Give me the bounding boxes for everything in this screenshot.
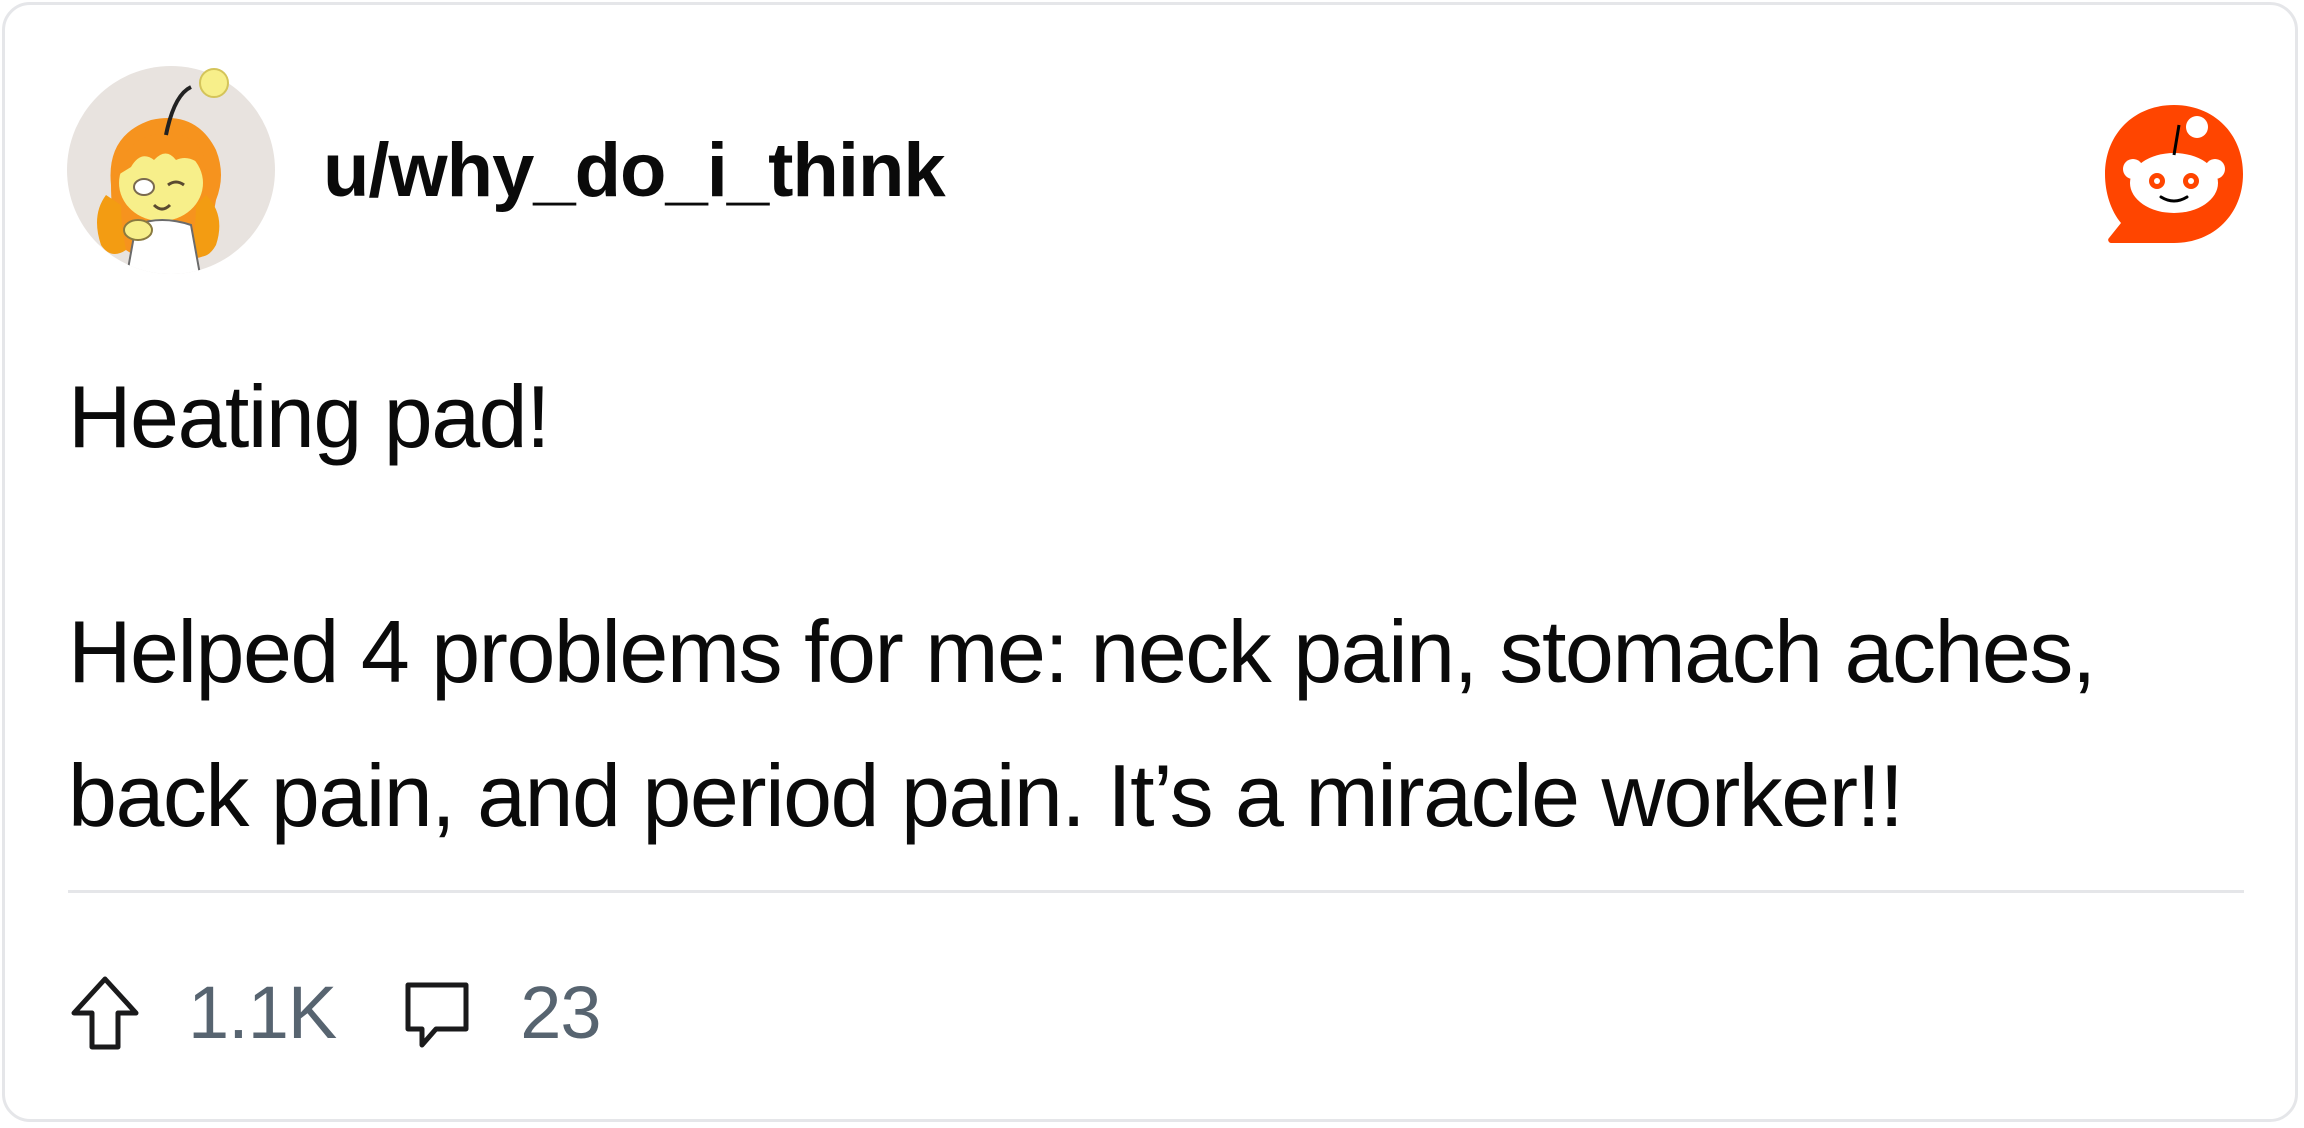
post-body: Helped 4 problems for me: neck pain, sto… bbox=[68, 561, 2248, 887]
comment-bubble-icon bbox=[405, 982, 469, 1048]
avatar-illustration-icon bbox=[67, 66, 275, 274]
reddit-logo-icon bbox=[2101, 101, 2247, 247]
upvote-arrow-icon bbox=[71, 976, 139, 1050]
post-card: u/why_do_i_think Heating pad! Helped 4 p… bbox=[2, 2, 2298, 1122]
comment-count: 23 bbox=[520, 971, 601, 1054]
post-actions-bar: 1.1K 23 bbox=[68, 965, 602, 1061]
user-avatar[interactable] bbox=[66, 65, 276, 275]
divider bbox=[68, 890, 2244, 893]
post-author[interactable]: u/why_do_i_think bbox=[323, 123, 946, 219]
post-title: Heating pad! bbox=[68, 367, 551, 466]
comments-button[interactable]: 23 bbox=[400, 965, 602, 1061]
upvote-button[interactable]: 1.1K bbox=[68, 965, 337, 1061]
upvote-count: 1.1K bbox=[188, 971, 337, 1054]
